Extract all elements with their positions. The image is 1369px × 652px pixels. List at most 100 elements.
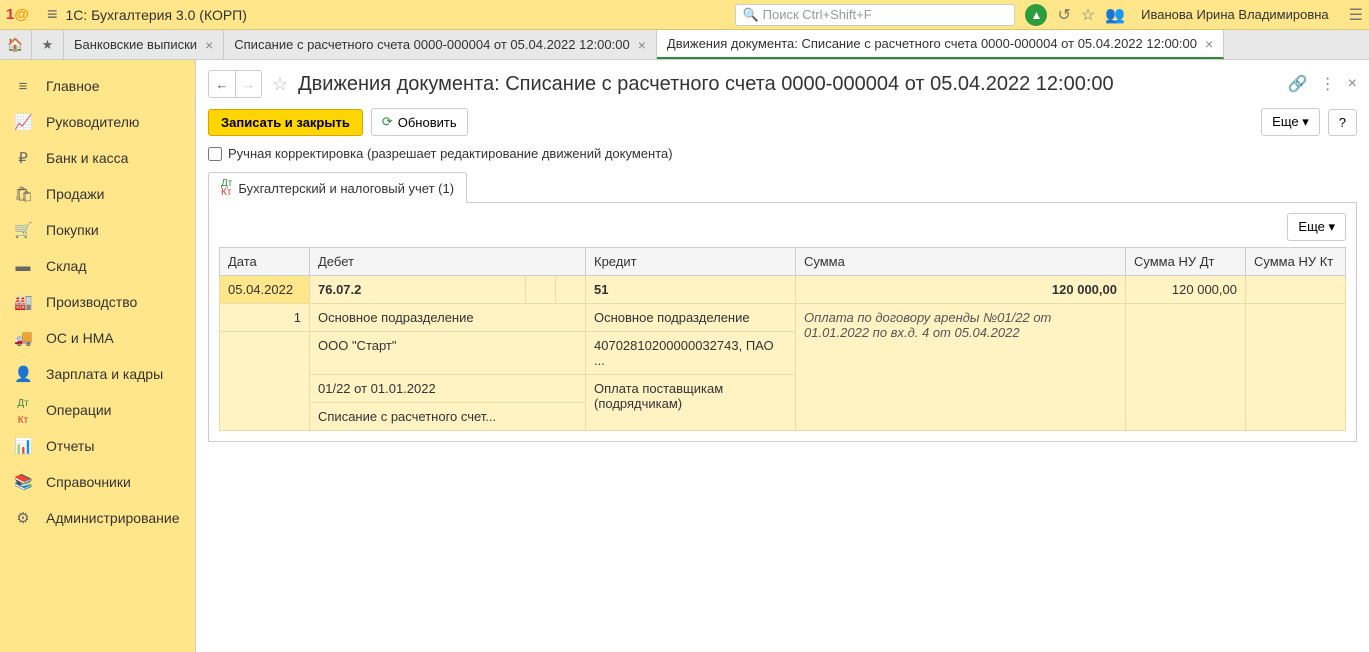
more-vertical-icon[interactable]: ⋮ <box>1320 74 1336 94</box>
notifications-icon[interactable]: ▲ <box>1025 4 1047 26</box>
favorite-icon[interactable]: ☆ <box>1081 5 1095 25</box>
top-header: 1@ ≡ 1С: Бухгалтерия 3.0 (КОРП) 🔍 Поиск … <box>0 0 1369 30</box>
close-icon[interactable]: × <box>638 37 646 53</box>
more-button[interactable]: Еще ▾ <box>1261 108 1320 136</box>
page-title: Движения документа: Списание с расчетног… <box>298 73 1282 96</box>
global-search-input[interactable]: 🔍 Поиск Ctrl+Shift+F <box>735 4 1015 26</box>
cell-description: Оплата по договору аренды №01/22 от 01.0… <box>796 304 1126 431</box>
cell-debit-sub1: Основное подразделение <box>310 304 586 332</box>
manual-correction-label: Ручная корректировка (разрешает редактир… <box>228 146 673 161</box>
sidebar-item-production[interactable]: 🏭 Производство <box>0 284 195 320</box>
cell-credit-sub1: Основное подразделение <box>586 304 796 332</box>
sidebar-item-label: Склад <box>46 258 87 274</box>
close-icon[interactable]: × <box>1205 36 1213 52</box>
cell-date: 05.04.2022 <box>220 276 310 304</box>
col-credit[interactable]: Кредит <box>586 248 796 276</box>
tab-document-movements[interactable]: Движения документа: Списание с расчетног… <box>657 30 1224 59</box>
sidebar: ≡Главное 📈Руководителю ₽ Банк и касса 🛍 Пр… <box>0 60 196 652</box>
sidebar-item-purchases[interactable]: 🛒Покупки <box>0 212 195 248</box>
favorite-toggle-icon[interactable]: ☆ <box>272 74 288 95</box>
cell-empty <box>526 276 556 304</box>
col-sum-nu-kt[interactable]: Сумма НУ Кт <box>1246 248 1346 276</box>
sidebar-item-label: Операции <box>46 402 112 418</box>
user-icon[interactable]: 👥 <box>1105 5 1125 25</box>
sidebar-item-label: Зарплата и кадры <box>46 366 163 382</box>
window-controls-icon[interactable]: ☰ <box>1349 5 1363 25</box>
accounting-tab[interactable]: ДтКт Бухгалтерский и налоговый учет (1) <box>208 172 467 203</box>
accounting-table: Дата Дебет Кредит Сумма Сумма НУ Дт Сумм… <box>219 247 1346 431</box>
cell-sum-nu-kt <box>1246 276 1346 304</box>
cell-sum-nu-dt: 120 000,00 <box>1126 276 1246 304</box>
cell-sum: 120 000,00 <box>796 276 1126 304</box>
main-menu-icon[interactable]: ≡ <box>47 4 58 25</box>
refresh-icon: ⟳ <box>382 114 393 130</box>
sidebar-item-hr[interactable]: 👤Зарплата и кадры <box>0 356 195 392</box>
app-title: 1С: Бухгалтерия 3.0 (КОРП) <box>66 7 247 23</box>
sidebar-item-label: Справочники <box>46 474 131 490</box>
sidebar-item-label: Администрирование <box>46 510 180 526</box>
search-icon: 🔍 <box>742 7 758 23</box>
sidebar-item-label: Покупки <box>46 222 99 238</box>
bag-icon: 🛍 <box>14 185 32 203</box>
dtkt-icon: ДтКт <box>14 393 32 427</box>
refresh-label: Обновить <box>398 115 457 130</box>
favorites-tab-icon[interactable]: ★ <box>32 30 64 59</box>
nav-buttons: ← → <box>208 70 262 98</box>
list-icon: ≡ <box>14 78 32 95</box>
cell-credit-account: 51 <box>586 276 796 304</box>
col-date[interactable]: Дата <box>220 248 310 276</box>
close-page-icon[interactable]: × <box>1348 75 1357 93</box>
cell-credit-sub3: Оплата поставщикам (подрядчикам) <box>586 375 796 431</box>
cell-debit-account: 76.07.2 <box>310 276 526 304</box>
cell-empty <box>1246 304 1346 431</box>
panel-tab-label: Бухгалтерский и налоговый учет (1) <box>238 181 454 196</box>
cell-empty <box>220 332 310 431</box>
cell-debit-sub2: ООО "Старт" <box>310 332 586 375</box>
close-icon[interactable]: × <box>205 37 213 53</box>
table-more-button[interactable]: Еще ▾ <box>1287 213 1346 241</box>
ruble-icon: ₽ <box>14 149 32 167</box>
col-sum[interactable]: Сумма <box>796 248 1126 276</box>
help-button[interactable]: ? <box>1328 109 1357 136</box>
home-tab-icon[interactable]: 🏠 <box>0 30 32 59</box>
history-icon[interactable]: ↺ <box>1057 5 1070 25</box>
sidebar-item-label: Отчеты <box>46 438 94 454</box>
sidebar-item-directories[interactable]: 📚Справочники <box>0 464 195 500</box>
col-sum-nu-dt[interactable]: Сумма НУ Дт <box>1126 248 1246 276</box>
tab-debit-doc[interactable]: Списание с расчетного счета 0000-000004 … <box>224 30 657 59</box>
sidebar-item-manager[interactable]: 📈Руководителю <box>0 104 195 140</box>
cell-num: 1 <box>220 304 310 332</box>
back-button[interactable]: ← <box>209 71 235 97</box>
refresh-button[interactable]: ⟳ Обновить <box>371 108 468 136</box>
chart-icon: 📈 <box>14 113 32 131</box>
sidebar-item-assets[interactable]: 🚚ОС и НМА <box>0 320 195 356</box>
main-area: ← → ☆ Движения документа: Списание с рас… <box>196 60 1369 652</box>
gear-icon: ⚙ <box>14 509 32 527</box>
sidebar-item-bank[interactable]: ₽ Банк и касса <box>0 140 195 176</box>
sidebar-item-operations[interactable]: ДтКт Операции <box>0 392 195 428</box>
forward-button[interactable]: → <box>235 71 261 97</box>
factory-icon: 🏭 <box>14 293 32 311</box>
tab-label: Движения документа: Списание с расчетног… <box>667 36 1197 51</box>
app-logo: 1@ <box>6 6 29 23</box>
sidebar-item-label: Банк и касса <box>46 150 128 166</box>
save-close-button[interactable]: Записать и закрыть <box>208 109 363 136</box>
tab-label: Банковские выписки <box>74 37 197 52</box>
manual-correction-checkbox[interactable] <box>208 147 222 161</box>
sidebar-item-main[interactable]: ≡Главное <box>0 68 195 104</box>
tab-bank-statements[interactable]: Банковские выписки × <box>64 30 224 59</box>
cell-debit-sub3: 01/22 от 01.01.2022 <box>310 375 586 403</box>
sidebar-item-warehouse[interactable]: ▬Склад <box>0 248 195 284</box>
sidebar-item-admin[interactable]: ⚙ Администрирование <box>0 500 195 536</box>
search-placeholder: Поиск Ctrl+Shift+F <box>763 7 872 22</box>
col-debit[interactable]: Дебет <box>310 248 586 276</box>
user-name-label[interactable]: Иванова Ирина Владимировна <box>1141 7 1329 22</box>
sidebar-item-label: Продажи <box>46 186 104 202</box>
sidebar-item-label: Производство <box>46 294 137 310</box>
link-icon[interactable]: 🔗 <box>1288 74 1308 94</box>
table-row[interactable]: 1 Основное подразделение Основное подраз… <box>220 304 1346 332</box>
sidebar-item-reports[interactable]: 📊Отчеты <box>0 428 195 464</box>
truck-icon: 🚚 <box>14 329 32 347</box>
table-row[interactable]: 05.04.2022 76.07.2 51 120 000,00 120 000… <box>220 276 1346 304</box>
sidebar-item-sales[interactable]: 🛍 Продажи <box>0 176 195 212</box>
